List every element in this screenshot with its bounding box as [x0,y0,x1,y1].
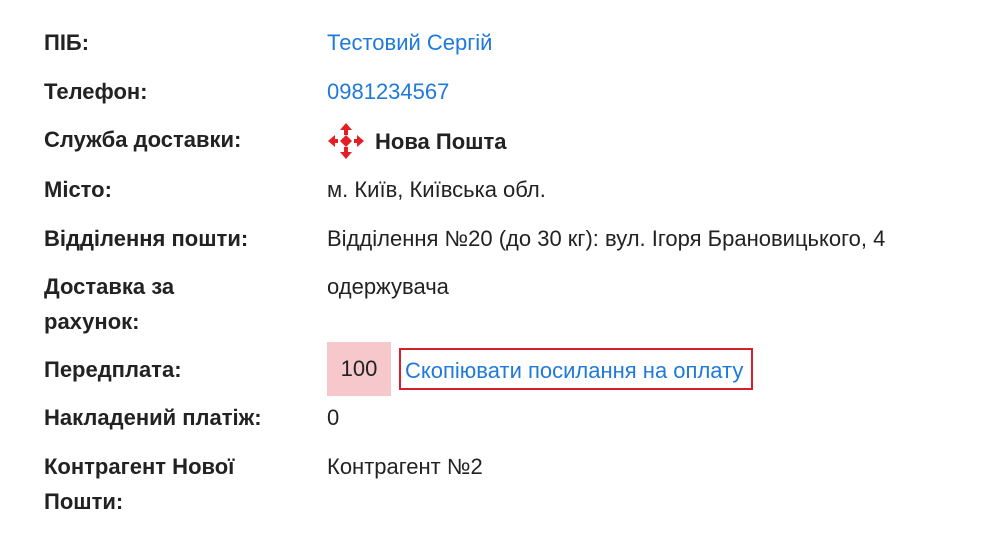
nova-poshta-logo-icon [327,122,365,160]
city-label: Місто: [44,177,112,202]
prepayment-amount: 100 [327,342,391,396]
delivery-paid-by-value: одержувача [327,274,449,299]
counterparty-value: Контрагент №2 [327,454,483,479]
delivery-paid-by-label: Доставка за рахунок: [44,269,314,339]
cod-label: Накладений платіж: [44,405,262,430]
branch-value: Відділення №20 (до 30 кг): вул. Ігоря Бр… [327,226,886,251]
branch-label: Відділення пошти: [44,226,249,251]
phone-label: Телефон: [44,79,148,104]
delivery-paid-by-label-line1: Доставка за [44,274,175,299]
name-label: ПІБ: [44,30,90,55]
prepayment-label: Передплата: [44,357,182,382]
customer-name-link[interactable]: Тестовий Сергій [327,25,492,60]
cod-value: 0 [327,405,340,430]
order-details: ПІБ: Тестовий Сергій Телефон: 0981234567… [0,0,984,543]
phone-link[interactable]: 0981234567 [327,74,449,109]
counterparty-label: Контрагент Нової Пошти: [44,449,314,519]
delivery-service-label: Служба доставки: [44,127,242,152]
prepayment-value: 100 Скопіювати посилання на оплату [327,342,754,396]
delivery-service-value: Нова Пошта [327,122,507,160]
delivery-paid-by-label-line2: рахунок: [44,309,140,334]
counterparty-label-line2: Пошти: [44,489,124,514]
copy-payment-link-button[interactable]: Скопіювати посилання на оплату [399,348,754,390]
city-value: м. Київ, Київська обл. [327,177,546,202]
delivery-service-name: Нова Пошта [375,128,507,154]
counterparty-label-line1: Контрагент Нової [44,454,235,479]
